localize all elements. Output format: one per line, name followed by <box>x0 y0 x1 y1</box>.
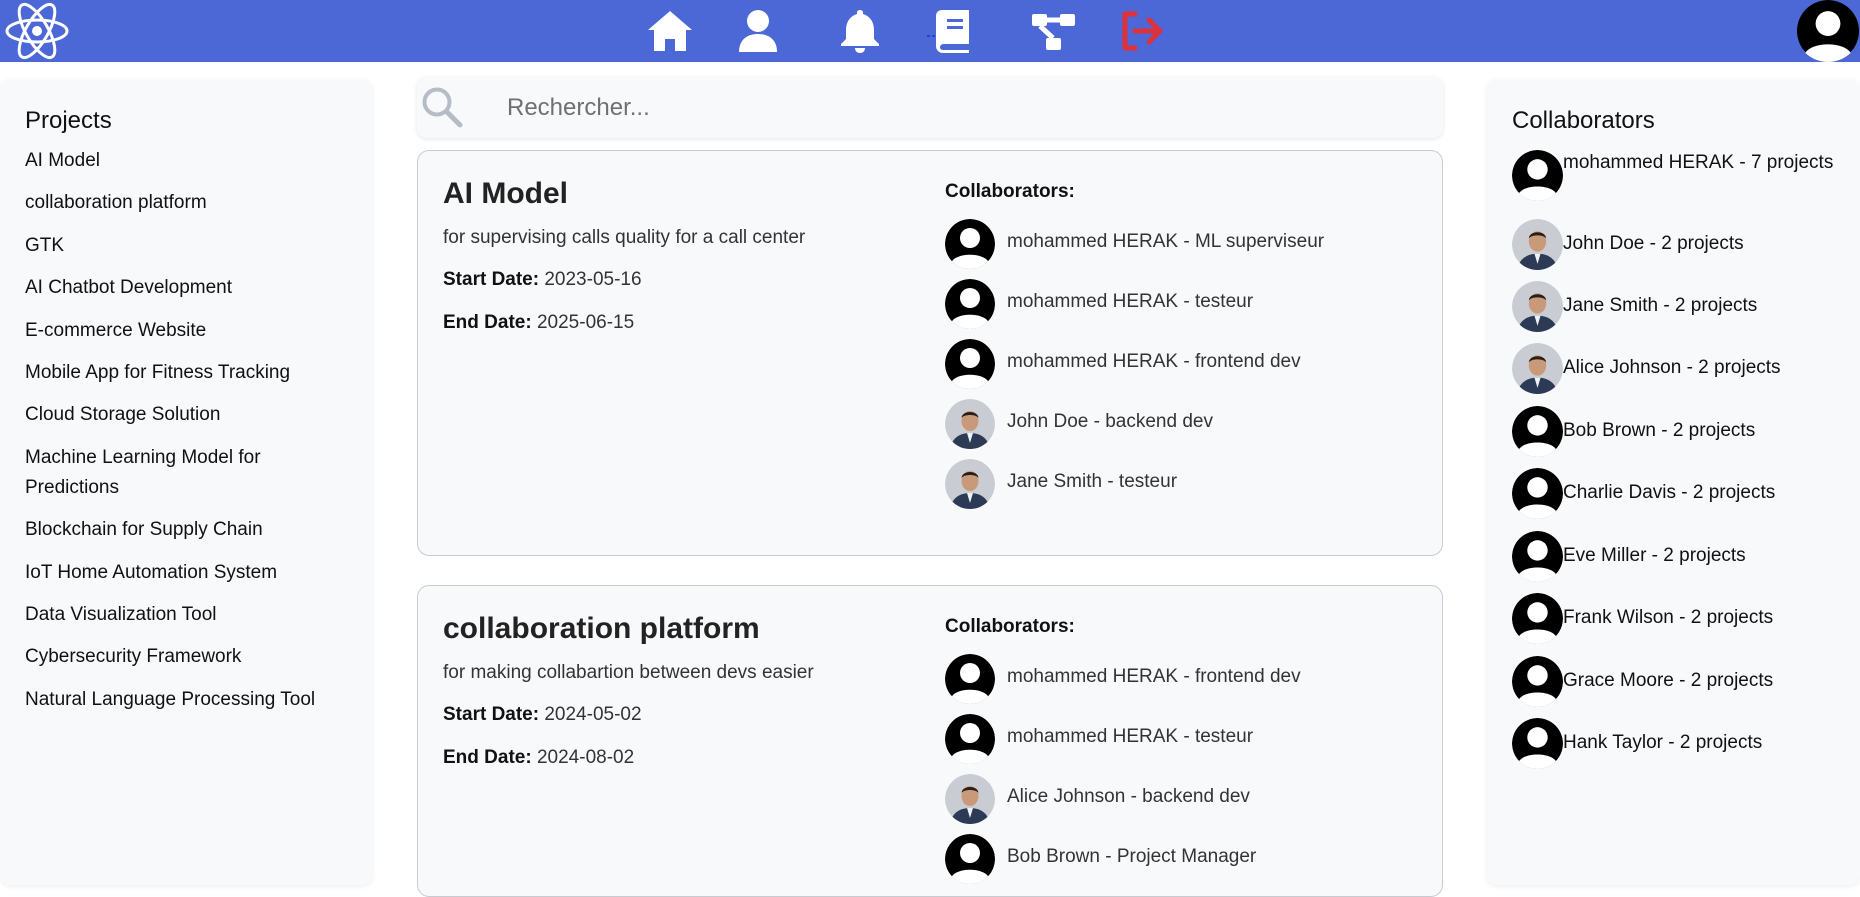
collaborator-avatar <box>1512 593 1563 644</box>
collaborator-avatar <box>1512 656 1563 707</box>
project-list-item[interactable]: Natural Language Processing Tool <box>25 685 345 715</box>
collaborator-row: mohammed HERAK - testeur <box>945 279 1425 329</box>
collaborator-avatar <box>1512 150 1563 201</box>
collaborator-summary-item[interactable]: John Doe - 2 projects <box>1512 219 1852 270</box>
collaborator-summary-label: Jane Smith - 2 projects <box>1563 295 1758 316</box>
logout-icon[interactable] <box>1119 8 1167 54</box>
search-bar <box>417 77 1443 138</box>
collaborator-summary-item[interactable]: Grace Moore - 2 projects <box>1512 656 1852 707</box>
collaborator-summary-label: Eve Miller - 2 projects <box>1563 545 1746 566</box>
sitemap-icon[interactable] <box>1030 8 1078 54</box>
collaborator-name: mohammed HERAK - ML superviseur <box>1007 231 1325 252</box>
collaborator-avatar <box>945 774 995 824</box>
collaborator-summary-item[interactable]: Eve Miller - 2 projects <box>1512 531 1852 582</box>
project-list-item[interactable]: Machine Learning Model for Predictions <box>25 443 345 503</box>
collaborator-row: Bob Brown - Project Manager <box>945 834 1425 884</box>
project-list-item[interactable]: E-commerce Website <box>25 316 345 346</box>
top-navbar <box>0 0 1860 62</box>
collaborator-summary-item[interactable]: mohammed HERAK - 7 projects <box>1512 150 1852 210</box>
collaborator-row: mohammed HERAK - ML superviseur <box>945 219 1425 269</box>
project-list-item[interactable]: Cloud Storage Solution <box>25 400 345 430</box>
project-list-item[interactable]: AI Model <box>25 146 345 176</box>
collaborator-name: Jane Smith - testeur <box>1007 471 1178 492</box>
collaborator-summary-label: mohammed HERAK - 7 projects <box>1563 152 1834 173</box>
project-card: collaboration platform for making collab… <box>417 585 1443 897</box>
collaborator-avatar <box>1512 343 1563 394</box>
collaborator-avatar <box>945 219 995 269</box>
project-card-title: collaboration platform <box>443 612 760 645</box>
bell-icon[interactable] <box>836 8 884 54</box>
collaborator-avatar <box>945 399 995 449</box>
collaborator-name: Alice Johnson - backend dev <box>1007 786 1250 807</box>
project-list-item[interactable]: collaboration platform <box>25 188 345 218</box>
collaborator-summary-label: John Doe - 2 projects <box>1563 233 1744 254</box>
collaborator-summary-item[interactable]: Jane Smith - 2 projects <box>1512 281 1852 332</box>
atom-icon[interactable] <box>4 0 70 62</box>
collaborator-avatar <box>1512 219 1563 270</box>
project-list-item[interactable]: Data Visualization Tool <box>25 600 345 630</box>
project-list-item[interactable]: IoT Home Automation System <box>25 558 345 588</box>
collaborator-row: mohammed HERAK - testeur <box>945 714 1425 764</box>
collaborator-name: John Doe - backend dev <box>1007 411 1213 432</box>
collaborator-avatar <box>945 459 995 509</box>
project-start-date: Start Date: 2023-05-16 <box>443 269 642 290</box>
collaborator-summary-item[interactable]: Alice Johnson - 2 projects <box>1512 343 1852 394</box>
project-end-date: End Date: 2025-06-15 <box>443 312 635 333</box>
project-list-item[interactable]: AI Chatbot Development <box>25 273 345 303</box>
projects-list: AI Model collaboration platform GTK AI Chat… <box>25 146 345 727</box>
collaborators-panel-title: Collaborators <box>1512 107 1655 134</box>
project-end-date: End Date: 2024-08-02 <box>443 747 635 768</box>
collaborators-heading: Collaborators: <box>945 181 1075 202</box>
collaborator-summary-item[interactable]: Hank Taylor - 2 projects <box>1512 718 1852 769</box>
collaborator-summary-label: Bob Brown - 2 projects <box>1563 420 1756 441</box>
collaborator-avatar <box>945 279 995 329</box>
collaborator-summary-label: Hank Taylor - 2 projects <box>1563 732 1763 753</box>
collaborator-avatar <box>1512 468 1563 519</box>
profile-avatar[interactable] <box>1796 0 1860 62</box>
project-list-item[interactable]: GTK <box>25 231 345 261</box>
user-icon[interactable] <box>734 8 782 54</box>
collaborator-summary-label: Grace Moore - 2 projects <box>1563 670 1774 691</box>
collaborator-row: mohammed HERAK - frontend dev <box>945 654 1425 704</box>
collaborator-row: Jane Smith - testeur <box>945 459 1425 509</box>
collaborator-avatar <box>945 834 995 884</box>
book-icon[interactable] <box>927 8 975 54</box>
collaborator-name: mohammed HERAK - testeur <box>1007 726 1254 747</box>
search-input[interactable] <box>505 87 1409 129</box>
project-list-item[interactable]: Cybersecurity Framework <box>25 642 345 672</box>
collaborator-avatar <box>945 714 995 764</box>
collaborator-avatar <box>945 654 995 704</box>
collaborator-avatar <box>1512 281 1563 332</box>
collaborator-avatar <box>945 339 995 389</box>
collaborator-row: John Doe - backend dev <box>945 399 1425 449</box>
project-card-title: AI Model <box>443 177 568 210</box>
collaborator-summary-label: Frank Wilson - 2 projects <box>1563 607 1774 628</box>
projects-panel-title: Projects <box>25 107 112 134</box>
project-card-description: for making collabartion between devs eas… <box>443 662 814 683</box>
collaborator-name: mohammed HERAK - frontend dev <box>1007 351 1301 372</box>
collaborator-row: mohammed HERAK - frontend dev <box>945 339 1425 389</box>
project-card-description: for supervising calls quality for a call… <box>443 227 806 248</box>
collaborator-summary-item[interactable]: Frank Wilson - 2 projects <box>1512 593 1852 644</box>
collaborator-avatar <box>1512 531 1563 582</box>
project-start-date: Start Date: 2024-05-02 <box>443 704 642 725</box>
collaborators-heading: Collaborators: <box>945 616 1075 637</box>
collaborator-summary-label: Charlie Davis - 2 projects <box>1563 482 1776 503</box>
project-card: AI Model for supervising calls quality f… <box>417 150 1443 556</box>
collaborator-avatar <box>1512 406 1563 457</box>
collaborator-summary-item[interactable]: Charlie Davis - 2 projects <box>1512 468 1852 519</box>
collaborator-avatar <box>1512 718 1563 769</box>
search-icon <box>422 87 463 128</box>
collaborator-name: mohammed HERAK - frontend dev <box>1007 666 1301 687</box>
home-icon[interactable] <box>646 8 694 54</box>
collaborator-name: mohammed HERAK - testeur <box>1007 291 1254 312</box>
collaborator-summary-label: Alice Johnson - 2 projects <box>1563 357 1781 378</box>
project-list-item[interactable]: Mobile App for Fitness Tracking <box>25 358 345 388</box>
collaborator-summary-item[interactable]: Bob Brown - 2 projects <box>1512 406 1852 457</box>
collaborator-row: Alice Johnson - backend dev <box>945 774 1425 824</box>
collaborator-name: Bob Brown - Project Manager <box>1007 846 1257 867</box>
project-list-item[interactable]: Blockchain for Supply Chain <box>25 515 345 545</box>
